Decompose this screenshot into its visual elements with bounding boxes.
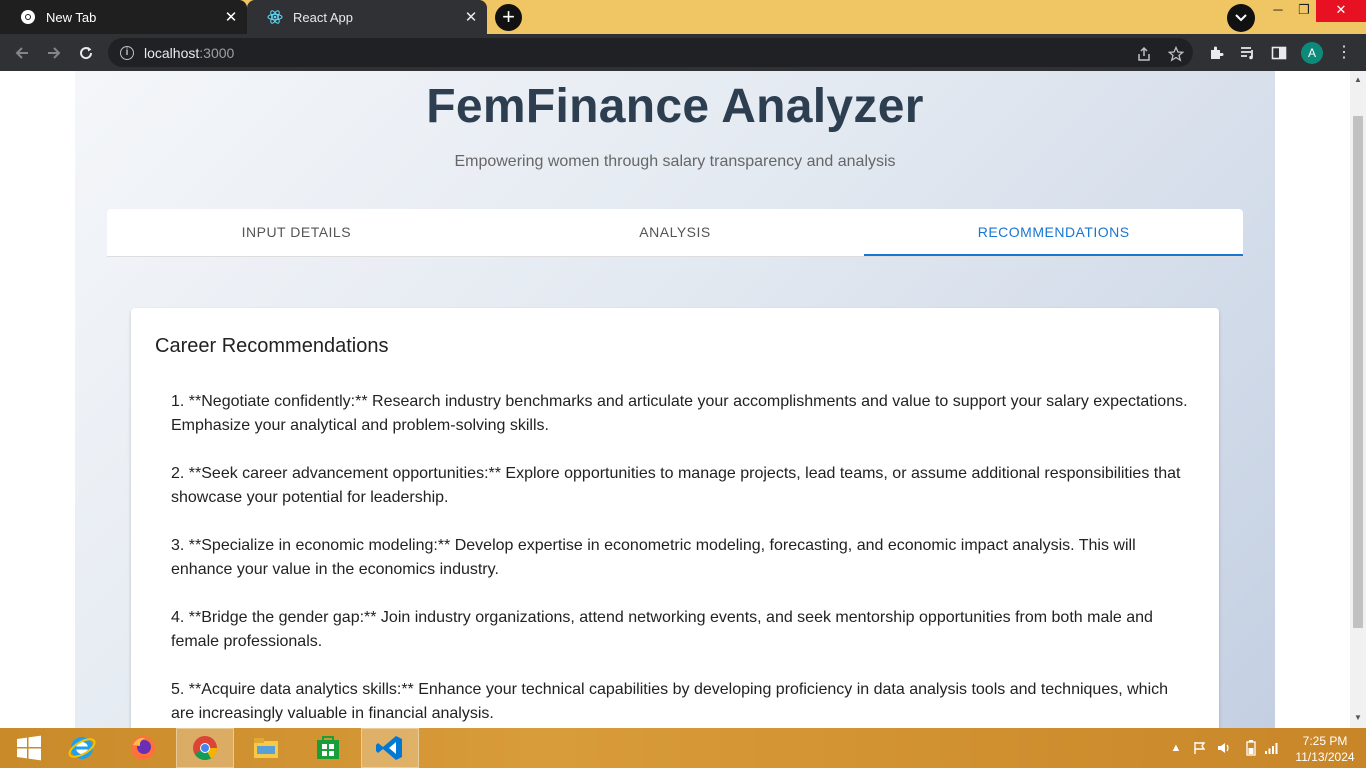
tab-analysis[interactable]: ANALYSIS <box>486 209 865 256</box>
scrollbar-thumb[interactable] <box>1353 116 1363 628</box>
taskbar-clock[interactable]: 7:25 PM 11/13/2024 <box>1290 733 1360 765</box>
url-port: :3000 <box>199 44 235 61</box>
recommendation-item: 3. **Specialize in economic modeling:** … <box>171 537 1136 578</box>
windows-start-button[interactable] <box>0 728 58 768</box>
reading-list-icon[interactable] <box>1239 44 1257 62</box>
forward-button[interactable] <box>41 40 67 66</box>
tab-title: React App <box>293 9 353 25</box>
page-scrollbar[interactable]: ▲ ▼ <box>1350 71 1366 728</box>
browser-tab-new-tab[interactable]: New Tab ✕ <box>0 0 247 34</box>
network-signal-icon[interactable] <box>1264 740 1280 756</box>
scroll-down-arrow-icon[interactable]: ▼ <box>1354 713 1362 722</box>
back-button[interactable] <box>9 40 35 66</box>
browser-menu-icon[interactable]: ⋮ <box>1336 42 1352 64</box>
section-title: Career Recommendations <box>155 335 389 357</box>
clock-date: 11/13/2024 <box>1295 750 1355 764</box>
reload-button[interactable] <box>73 40 99 66</box>
app-tabs: INPUT DETAILS ANALYSIS RECOMMENDATIONS <box>107 209 1244 257</box>
chevron-down-icon <box>1235 14 1247 22</box>
page-subtitle: Empowering women through salary transpar… <box>454 153 896 170</box>
profile-avatar[interactable]: A <box>1301 42 1323 64</box>
browser-tab-react-app[interactable]: React App ✕ <box>247 0 487 34</box>
tab-title: New Tab <box>46 9 97 25</box>
url-host: localhost <box>144 44 200 61</box>
address-bar[interactable]: i localhost:3000 <box>108 38 1193 67</box>
battery-icon[interactable] <box>1243 740 1259 756</box>
side-panel-icon[interactable] <box>1270 44 1288 62</box>
page-viewport: FemFinance Analyzer Empowering women thr… <box>0 71 1350 728</box>
volume-icon[interactable] <box>1216 740 1232 756</box>
extensions-icon[interactable] <box>1207 44 1225 62</box>
page-title: FemFinance Analyzer <box>426 80 924 133</box>
windows-logo-icon <box>17 735 41 761</box>
tab-input-details[interactable]: INPUT DETAILS <box>107 209 486 256</box>
forward-arrow-icon <box>48 47 61 59</box>
close-tab-icon[interactable]: ✕ <box>221 8 241 26</box>
recommendations-list: 1. **Negotiate confidently:** Research i… <box>171 390 1191 728</box>
recommendation-item: 4. **Bridge the gender gap:** Join indus… <box>171 609 1153 650</box>
react-icon <box>267 9 283 25</box>
internet-explorer-icon[interactable] <box>53 728 111 768</box>
chrome-taskbar-icon[interactable] <box>176 728 234 768</box>
clock-time: 7:25 PM <box>1302 734 1348 748</box>
share-icon[interactable] <box>1135 45 1153 63</box>
scroll-up-arrow-icon[interactable]: ▲ <box>1354 75 1362 84</box>
recommendation-item: 2. **Seek career advancement opportuniti… <box>171 465 1181 506</box>
file-explorer-icon[interactable] <box>237 728 295 768</box>
new-tab-button[interactable]: + <box>495 4 522 31</box>
back-arrow-icon <box>15 47 28 59</box>
firefox-icon[interactable] <box>114 728 172 768</box>
store-icon[interactable] <box>299 728 357 768</box>
browser-toolbar: i localhost:3000 A ⋮ <box>0 34 1366 71</box>
app-container: FemFinance Analyzer Empowering women thr… <box>75 71 1275 728</box>
close-window-button[interactable]: ✕ <box>1316 0 1366 22</box>
recommendation-item: 5. **Acquire data analytics skills:** En… <box>171 681 1169 722</box>
reload-icon <box>80 47 93 60</box>
tray-overflow-icon[interactable]: ▲ <box>1168 740 1184 756</box>
site-info-icon[interactable]: i <box>120 45 134 60</box>
action-center-flag-icon[interactable] <box>1192 740 1208 756</box>
vscode-icon[interactable] <box>361 728 419 768</box>
windows-taskbar: ▲ 7:25 PM 11/13/2024 <box>0 728 1366 768</box>
browser-tabstrip: New Tab ✕ React App ✕ + ─ ❐ ✕ <box>0 0 1366 34</box>
tab-search-button[interactable] <box>1227 4 1255 32</box>
recommendation-item: 1. **Negotiate confidently:** Research i… <box>171 393 1188 434</box>
chrome-icon <box>20 9 36 25</box>
recommendations-card: Career Recommendations 1. **Negotiate co… <box>131 308 1219 728</box>
tab-recommendations[interactable]: RECOMMENDATIONS <box>864 209 1244 256</box>
bookmark-star-icon[interactable] <box>1167 45 1185 63</box>
close-tab-icon[interactable]: ✕ <box>461 8 481 26</box>
